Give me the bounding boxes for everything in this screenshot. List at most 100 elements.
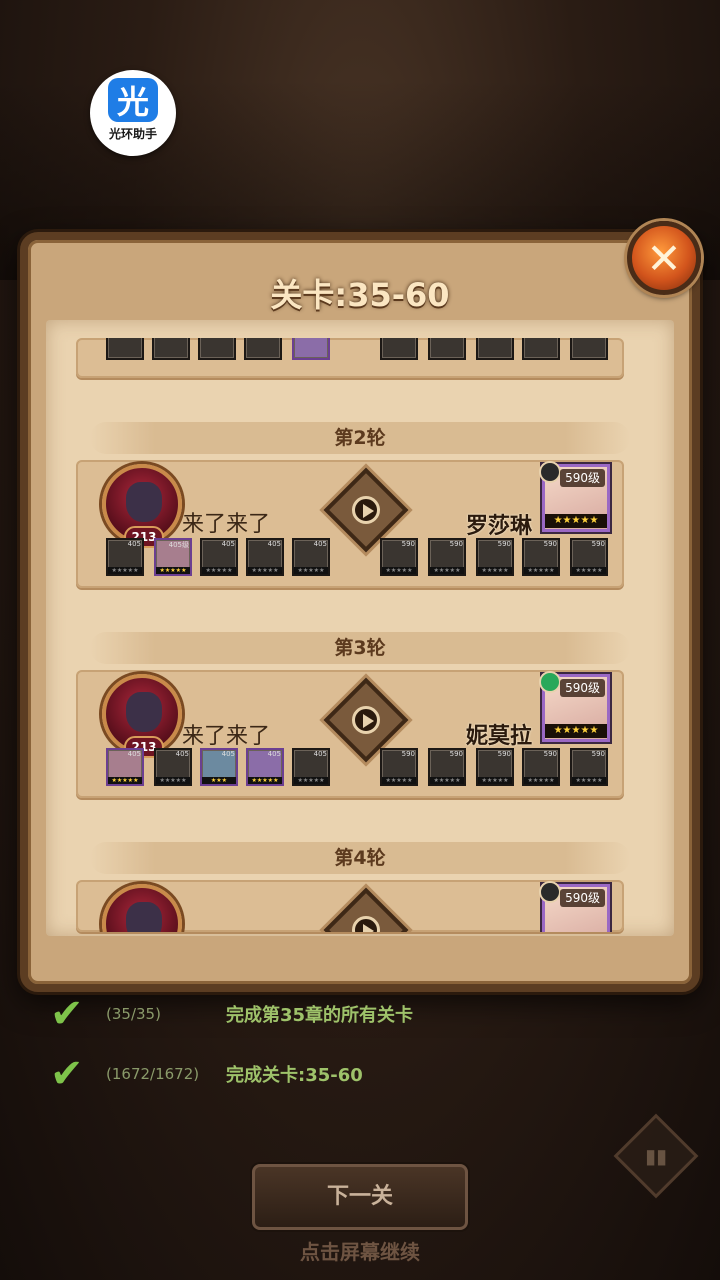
leader-level: 590级 [560, 679, 605, 697]
unit-slot [198, 338, 236, 360]
play-icon [352, 496, 380, 524]
boss-avatar[interactable] [102, 884, 182, 932]
unit-stars: ★★★★★ [572, 777, 606, 784]
unit-stars: ★★★★★ [524, 777, 558, 784]
boss-avatar[interactable]: 213 [102, 674, 182, 758]
unit-slot [292, 338, 330, 360]
round-card: 213 来了来了 罗莎琳 590级 ★★★★★ 405 ★★★★★ 405级 ★★★… [76, 460, 624, 588]
round-header: 第2轮 [90, 422, 630, 454]
helper-logo-name: 光环助手 [108, 127, 157, 141]
boss-face [126, 692, 162, 732]
right-leader-portrait[interactable]: 590级 ★★★★★ [539, 671, 610, 742]
panel-title: 关卡:35-60 [270, 276, 450, 314]
unit-level: 590 [497, 540, 511, 548]
tap-to-continue-hint: 点击屏幕继续 [300, 1240, 420, 1264]
unit-level: 590 [497, 750, 511, 758]
right-unit[interactable]: 590 ★★★★★ [570, 538, 608, 576]
unit-stars: ★★★★★ [478, 567, 512, 574]
unit-stars: ★★★★★ [248, 777, 282, 784]
unit-level: 405 [127, 540, 141, 548]
achievement-text: 完成关卡:35-60 [226, 1065, 363, 1086]
unit-stars: ★★★★★ [524, 567, 558, 574]
right-unit[interactable]: 590 ★★★★★ [380, 748, 418, 786]
unit-level: 405 [221, 750, 235, 758]
play-icon [352, 706, 380, 734]
unit-stars: ★★★★★ [294, 777, 328, 784]
round-card: 590级 [76, 880, 624, 932]
unit-level: 405 [313, 540, 327, 548]
right-unit[interactable]: 590 ★★★★★ [522, 748, 560, 786]
left-unit[interactable]: 405 ★★★ [200, 748, 238, 786]
left-unit[interactable]: 405 ★★★★★ [246, 538, 284, 576]
unit-level: 590 [449, 540, 463, 548]
unit-slot [428, 338, 466, 360]
right-unit[interactable]: 590 ★★★★★ [380, 538, 418, 576]
boss-avatar[interactable]: 213 [102, 464, 182, 548]
close-icon: ✕ [646, 233, 682, 283]
achievement-row: ✔ (35/35) 完成第35章的所有关卡 [50, 994, 413, 1034]
leader-stars: ★★★★★ [545, 724, 607, 738]
unit-stars: ★★★★★ [382, 777, 416, 784]
unit-stars: ★★★★★ [430, 777, 464, 784]
unit-level: 405 [267, 750, 281, 758]
unit-level: 405 [267, 540, 281, 548]
left-unit[interactable]: 405 ★★★★★ [246, 748, 284, 786]
unit-level: 590 [401, 750, 415, 758]
unit-stars: ★★★★★ [202, 567, 236, 574]
right-unit[interactable]: 590 ★★★★★ [522, 538, 560, 576]
left-unit[interactable]: 405 ★★★★★ [200, 538, 238, 576]
unit-stars: ★★★★★ [382, 567, 416, 574]
right-leader-portrait[interactable]: 590级 ★★★★★ [539, 461, 610, 532]
unit-level: 590 [591, 540, 605, 548]
achievement-row: ✔ (1672/1672) 完成关卡:35-60 [50, 1054, 363, 1094]
left-unit[interactable]: 405 ★★★★★ [106, 748, 144, 786]
round-card: 213 来了来了 妮莫拉 590级 ★★★★★ 405 ★★★★★ 405 ★★★★… [76, 670, 624, 798]
faction-gem-icon [539, 671, 561, 693]
unit-level: 590 [543, 750, 557, 758]
round-header: 第3轮 [90, 632, 630, 664]
right-unit[interactable]: 590 ★★★★★ [476, 748, 514, 786]
left-unit[interactable]: 405 ★★★★★ [292, 748, 330, 786]
leader-level: 590级 [560, 469, 605, 487]
unit-slot [476, 338, 514, 360]
unit-level: 590 [401, 540, 415, 548]
unit-stars: ★★★ [202, 777, 236, 784]
next-stage-button[interactable]: 下一关 [252, 1164, 468, 1230]
unit-stars: ★★★★★ [156, 777, 190, 784]
check-icon: ✔ [50, 991, 84, 1037]
left-unit[interactable]: 405 ★★★★★ [292, 538, 330, 576]
achievement-text: 完成第35章的所有关卡 [226, 1005, 414, 1026]
right-unit[interactable]: 590 ★★★★★ [428, 538, 466, 576]
round-header: 第4轮 [90, 842, 630, 874]
left-unit[interactable]: 405级 ★★★★★ [154, 538, 192, 576]
faction-gem-icon [539, 881, 561, 903]
achievement-progress: (35/35) [106, 1005, 161, 1023]
unit-slot [244, 338, 282, 360]
right-unit[interactable]: 590 ★★★★★ [428, 748, 466, 786]
right-leader-portrait[interactable]: 590级 [539, 881, 610, 932]
unit-level: 590 [449, 750, 463, 758]
unit-level: 405 [221, 540, 235, 548]
right-team-name: 妮莫拉 [466, 724, 533, 749]
unit-stars: ★★★★★ [478, 777, 512, 784]
left-team-name: 来了来了 [182, 512, 271, 537]
left-unit[interactable]: 405 ★★★★★ [106, 538, 144, 576]
unit-stars: ★★★★★ [430, 567, 464, 574]
unit-stars: ★★★★★ [108, 777, 142, 784]
boss-face [126, 902, 162, 932]
unit-level: 405 [175, 750, 189, 758]
unit-stars: ★★★★★ [572, 567, 606, 574]
faction-gem-icon [539, 461, 561, 483]
replay-button[interactable] [323, 887, 409, 932]
right-unit[interactable]: 590 ★★★★★ [570, 748, 608, 786]
check-icon: ✔ [50, 1051, 84, 1097]
left-unit[interactable]: 405 ★★★★★ [154, 748, 192, 786]
right-unit[interactable]: 590 ★★★★★ [476, 538, 514, 576]
achievement-progress: (1672/1672) [106, 1065, 200, 1083]
unit-level: 405级 [168, 541, 189, 549]
unit-stars: ★★★★★ [294, 567, 328, 574]
close-button[interactable]: ✕ [627, 221, 701, 295]
helper-app-logo[interactable]: 光 光环助手 [90, 70, 176, 156]
bar-chart-icon: ▮▮ [644, 1144, 667, 1168]
helper-logo-glyph: 光 [108, 78, 158, 122]
